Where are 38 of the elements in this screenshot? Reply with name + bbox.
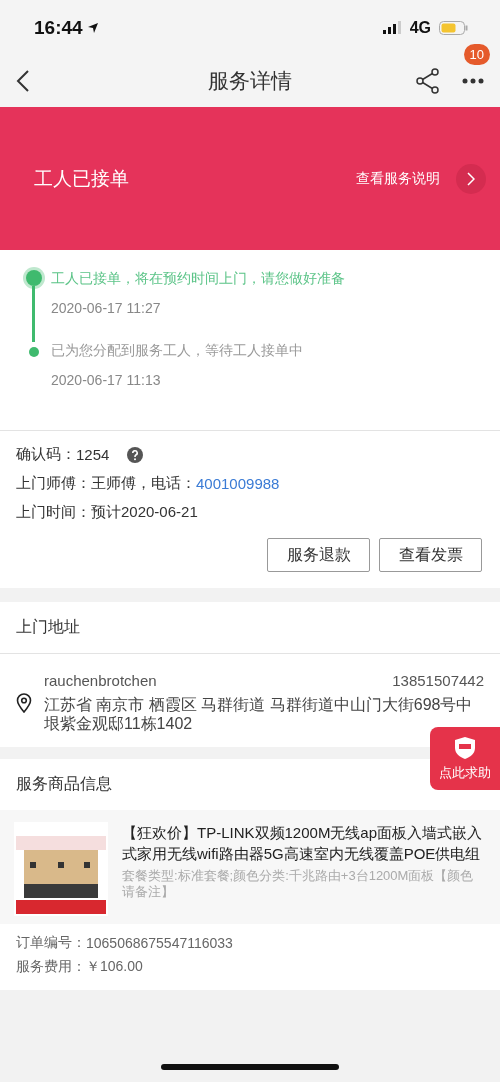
phone-link[interactable]: 4001009988	[196, 475, 280, 492]
confirmation-code: 1254	[76, 446, 110, 463]
worker-label: 上门师傅：	[16, 474, 91, 493]
network-label: 4G	[409, 18, 431, 37]
help-button[interactable]: 点此求助	[430, 727, 500, 790]
action-button[interactable]: 查看发票	[379, 538, 482, 572]
order-status: 工人已接单	[34, 166, 129, 191]
help-icon[interactable]	[127, 446, 144, 463]
timeline-text: 工人已接单，将在预约时间上门，请您做好准备	[51, 270, 345, 288]
more-icon[interactable]	[462, 78, 484, 84]
contact-name: rauchenbrotchen	[44, 672, 157, 689]
worker-name: 王师傅，电话：	[91, 474, 196, 493]
product-title: 【狂欢价】TP-LINK双频1200M无线ap面板入墙式嵌入式家用无线wifi路由器5G高速室内无线覆盖POE供电组	[122, 823, 484, 865]
product-spec: 套餐类型:标准套餐;颜色分类:千兆路由+3台1200M面板【颜色请备注】	[122, 868, 475, 900]
page-title: 服务详情	[208, 68, 292, 94]
timeline-time: 2020-06-17 11:27	[51, 300, 162, 316]
section-title: 服务商品信息	[16, 775, 112, 793]
shield-icon	[454, 735, 476, 760]
visit-time-label: 上门时间：	[16, 503, 91, 522]
battery-icon	[439, 20, 468, 35]
status-time: 16:44	[34, 16, 99, 39]
order-number-label: 订单编号：	[16, 934, 86, 953]
timeline-time: 2020-06-17 11:13	[51, 372, 162, 388]
service-fee: ￥106.00	[86, 958, 143, 977]
location-pin-icon	[16, 692, 32, 713]
action-button[interactable]: 服务退款	[267, 538, 370, 572]
fee-label: 服务费用：	[16, 958, 86, 977]
order-number: 1065068675547116033	[86, 935, 233, 952]
location-arrow-icon	[86, 21, 99, 34]
share-icon[interactable]	[416, 68, 440, 94]
back-icon[interactable]	[16, 69, 30, 93]
timeline-text: 已为您分配到服务工人，等待工人接单中	[51, 342, 303, 360]
signal-icon	[382, 21, 402, 34]
code-label: 确认码：	[16, 445, 76, 464]
visit-time: 预计2020-06-21	[91, 503, 198, 522]
section-title: 上门地址	[16, 618, 80, 635]
contact-phone: 13851507442	[392, 672, 484, 689]
service-info-link[interactable]: 查看服务说明	[356, 169, 440, 188]
